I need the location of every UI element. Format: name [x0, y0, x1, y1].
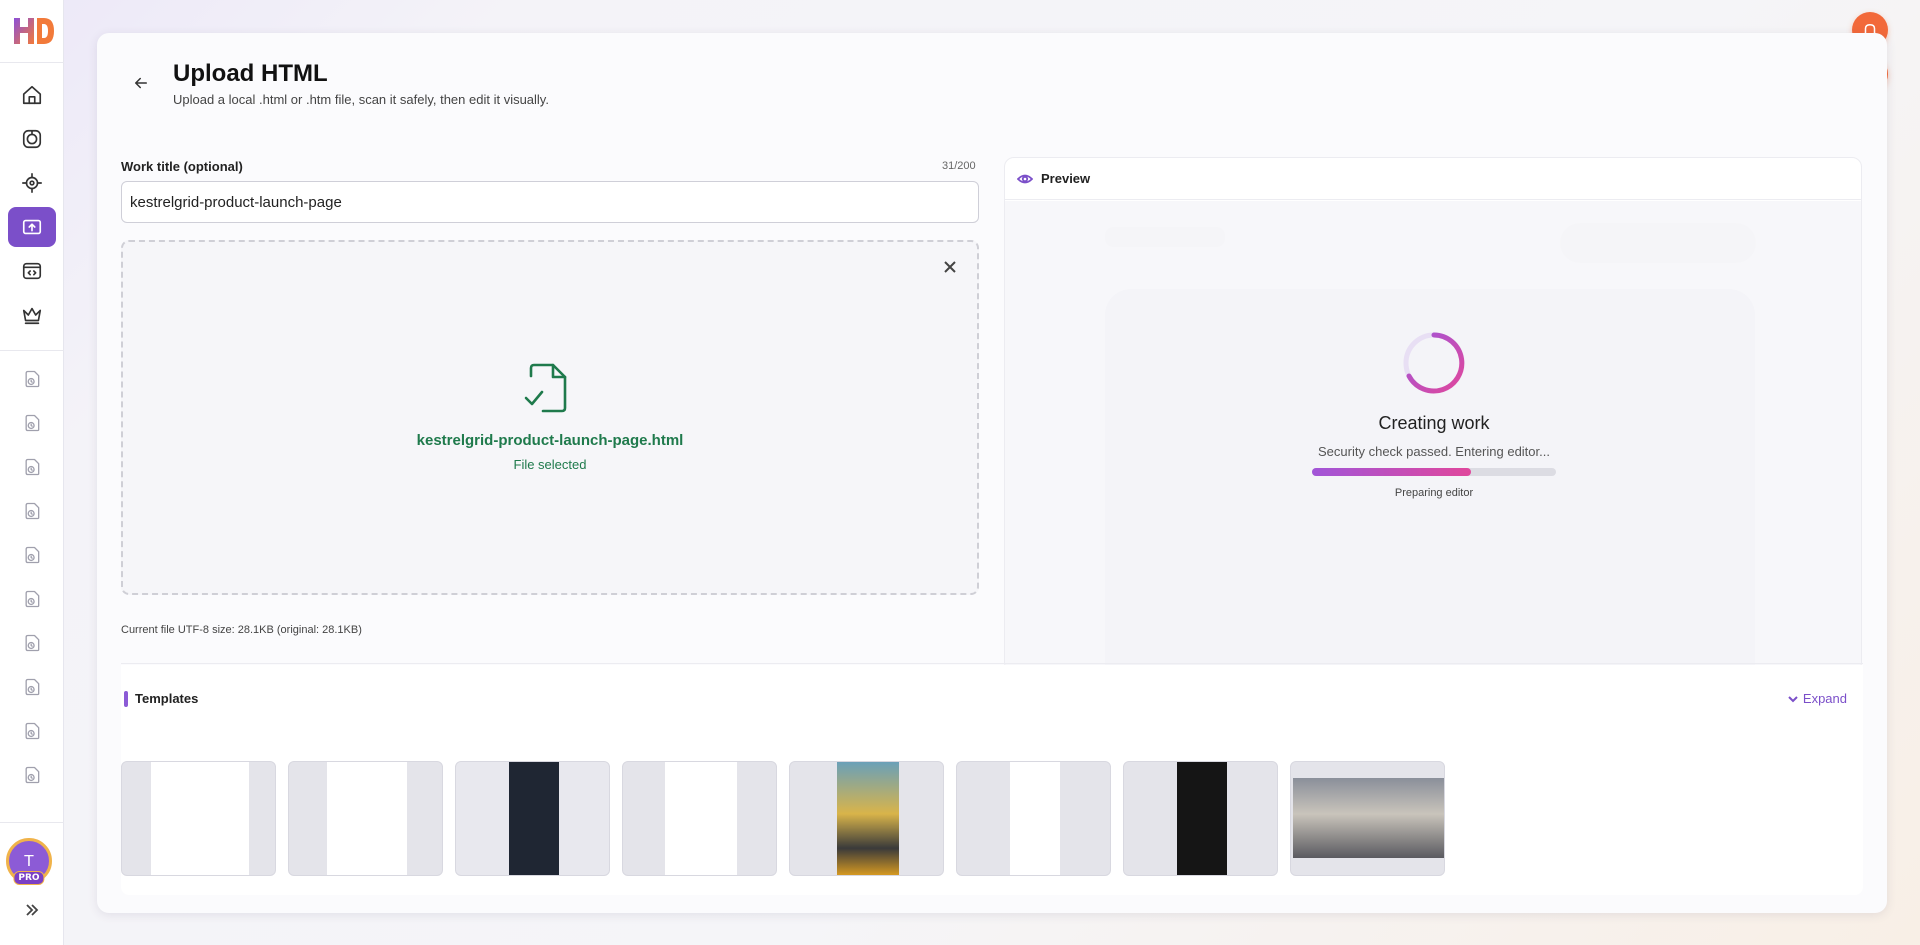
template-preview-page	[664, 762, 737, 875]
template-preview-page	[1176, 762, 1227, 875]
history-item[interactable]	[14, 362, 50, 396]
template-thumbnail[interactable]	[121, 761, 276, 876]
expand-label: Expand	[1802, 691, 1847, 706]
sidebar: T PRO	[0, 0, 64, 945]
history-item[interactable]	[14, 714, 50, 748]
double-chevron-right-icon	[26, 904, 39, 916]
history-file-icon	[25, 370, 40, 388]
page-title: Upload HTML	[173, 60, 328, 87]
history-item[interactable]	[14, 670, 50, 704]
pro-badge: PRO	[13, 871, 45, 885]
sidebar-divider	[0, 350, 64, 351]
expand-sidebar-button[interactable]	[18, 898, 46, 922]
preview-content: Creating work Security check passed. Ent…	[1005, 201, 1861, 671]
nav-upload[interactable]	[8, 207, 56, 247]
history-file-icon	[25, 590, 40, 608]
file-size-info: Current file UTF-8 size: 28.1KB (origina…	[121, 624, 362, 636]
history-item[interactable]	[14, 582, 50, 616]
file-dropzone[interactable]: kestrelgrid-product-launch-page.html Fil…	[121, 240, 979, 595]
upload-icon	[22, 219, 42, 235]
templates-expand-button[interactable]: Expand	[1787, 691, 1847, 706]
history-item[interactable]	[14, 406, 50, 440]
selected-file-name: kestrelgrid-product-launch-page.html	[416, 432, 684, 449]
template-preview-page	[1293, 778, 1444, 858]
history-file-icon	[25, 634, 40, 652]
history-item[interactable]	[14, 758, 50, 792]
history-item[interactable]	[14, 538, 50, 572]
template-thumbnail[interactable]	[288, 761, 443, 876]
template-preview-page	[1009, 762, 1060, 875]
user-avatar[interactable]: T PRO	[6, 838, 52, 885]
page-subtitle: Upload a local .html or .htm file, scan …	[173, 92, 549, 107]
nav-target[interactable]	[8, 163, 56, 203]
template-thumbnail[interactable]	[956, 761, 1111, 876]
template-preview-page	[326, 762, 407, 875]
back-button[interactable]	[127, 69, 155, 97]
file-check-icon	[523, 362, 573, 414]
history-item[interactable]	[14, 450, 50, 484]
loading-spinner	[1403, 332, 1465, 394]
template-preview-page	[150, 762, 249, 875]
sidebar-divider	[0, 62, 64, 63]
camera-icon	[22, 129, 42, 149]
main-card: Upload HTML Upload a local .html or .htm…	[97, 33, 1887, 913]
preview-header: Preview	[1005, 158, 1861, 200]
history-file-icon	[25, 766, 40, 784]
nav-home[interactable]	[8, 75, 56, 115]
close-icon	[944, 261, 956, 273]
history-file-icon	[25, 502, 40, 520]
crown-icon	[22, 307, 42, 325]
code-window-icon	[22, 262, 42, 280]
loading-overlay	[1005, 201, 1861, 671]
history-item[interactable]	[14, 494, 50, 528]
template-thumbnail[interactable]	[622, 761, 777, 876]
preview-title: Preview	[1041, 171, 1091, 186]
history-item[interactable]	[14, 626, 50, 660]
preview-panel: Preview Creating work Security check pas…	[1004, 157, 1862, 672]
eye-icon	[1017, 174, 1033, 184]
work-title-char-count: 31/200	[942, 160, 976, 172]
template-thumbnail[interactable]	[1123, 761, 1278, 876]
chevron-down-icon	[1788, 695, 1798, 702]
arrow-left-icon	[135, 77, 147, 89]
app-logo[interactable]	[10, 14, 56, 48]
history-file-icon	[25, 414, 40, 432]
progress-fill	[1312, 468, 1471, 476]
file-status: File selected	[513, 457, 587, 472]
template-thumbnail[interactable]	[789, 761, 944, 876]
progress-label: Preparing editor	[1394, 487, 1474, 499]
template-thumbnail[interactable]	[455, 761, 610, 876]
templates-divider	[121, 663, 1863, 664]
progress-bar	[1312, 468, 1556, 476]
templates-section: Templates Expand	[121, 665, 1863, 895]
work-title-input[interactable]	[121, 181, 979, 223]
templates-title: Templates	[135, 691, 199, 706]
work-title-label: Work title (optional)	[121, 159, 243, 174]
history-file-icon	[25, 546, 40, 564]
loading-title: Creating work	[1378, 413, 1490, 433]
loading-message: Security check passed. Entering editor..…	[1318, 444, 1550, 459]
history-file-icon	[25, 722, 40, 740]
template-preview-page	[836, 762, 899, 875]
nav-camera[interactable]	[8, 119, 56, 159]
avatar-initial: T	[24, 852, 34, 870]
history-file-icon	[25, 678, 40, 696]
nav-premium[interactable]	[8, 295, 56, 335]
history-file-icon	[25, 458, 40, 476]
template-preview-page	[508, 762, 559, 875]
template-thumbnail[interactable]	[1290, 761, 1445, 876]
sidebar-divider	[0, 822, 64, 823]
nav-code[interactable]	[8, 251, 56, 291]
templates-accent-bar	[124, 691, 128, 707]
crosshair-icon	[22, 173, 42, 193]
home-icon	[22, 85, 42, 105]
remove-file-button[interactable]	[939, 256, 961, 278]
